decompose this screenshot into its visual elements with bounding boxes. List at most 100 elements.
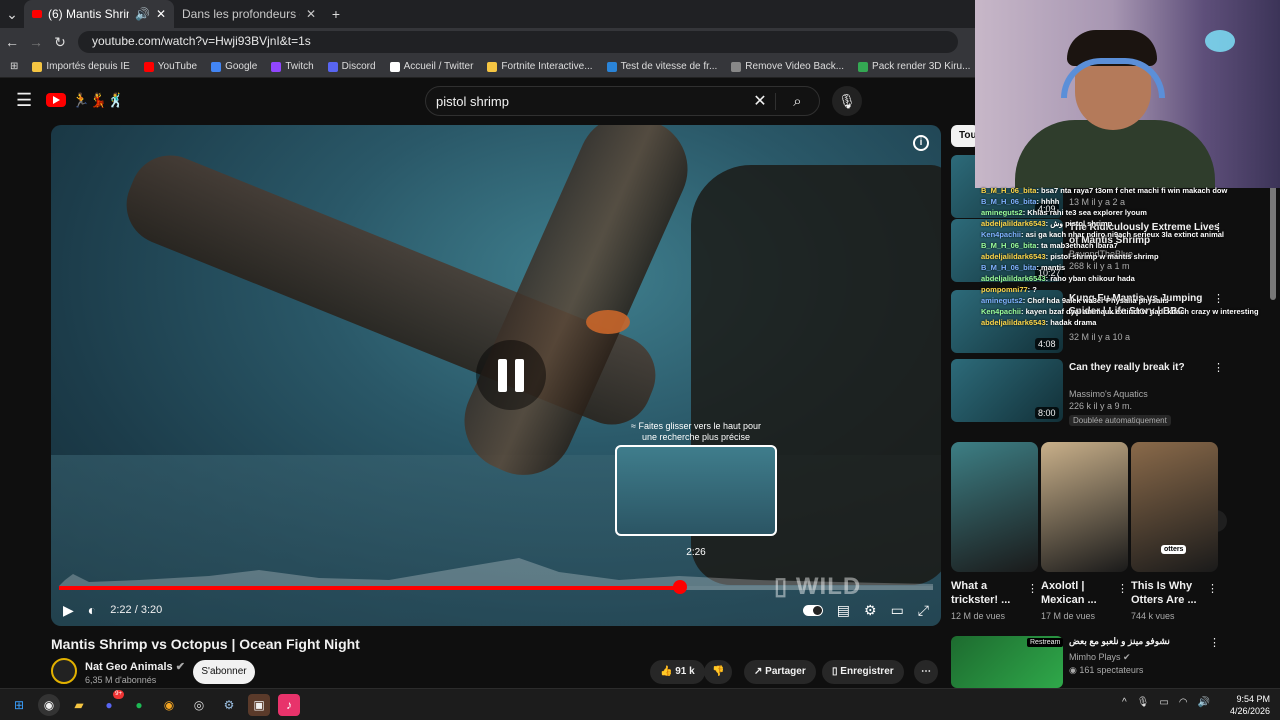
subscribe-button[interactable]: S'abonner — [193, 660, 255, 684]
chrome-canary-icon[interactable]: ◉ — [158, 694, 180, 716]
url-field[interactable]: youtube.com/watch?v=Hwji93BVjnI&t=1s — [78, 31, 958, 53]
autoplay-toggle[interactable] — [802, 604, 823, 616]
bookmark-item[interactable]: Discord — [327, 61, 376, 72]
miniplayer-icon[interactable]: ▭ — [891, 602, 904, 619]
bookmark-item[interactable]: Accueil / Twitter — [389, 61, 473, 72]
bookmark-favicon-icon — [271, 61, 282, 72]
chevron-up-icon[interactable]: ^ — [1122, 697, 1127, 708]
channel-avatar[interactable] — [51, 658, 77, 684]
bookmark-icon: ▯ — [832, 666, 838, 677]
wifi-icon[interactable]: ◠ — [1179, 697, 1188, 708]
info-icon[interactable]: i — [913, 135, 929, 151]
subscriber-count: 6,35 M d'abonnés — [85, 675, 157, 685]
short-views: 17 M de vues — [1041, 611, 1096, 621]
tab-active[interactable]: (6) Mantis Shrimp vs Octop 🔊 ✕ — [24, 0, 174, 28]
more-options-icon[interactable]: ⋮ — [1207, 582, 1218, 595]
bookmark-item[interactable]: Twitch — [271, 61, 314, 72]
webcam-person-body — [1015, 120, 1215, 188]
volume-tray-icon[interactable]: 🔊 — [1198, 697, 1210, 708]
bookmark-label: Twitch — [285, 61, 314, 72]
discord-icon[interactable]: ● 9+ — [98, 689, 124, 716]
fullscreen-icon[interactable]: ⤢ — [918, 602, 929, 619]
chrome-icon[interactable]: ◉ — [38, 693, 60, 716]
clear-search-icon[interactable]: ✕ — [745, 91, 775, 111]
progress-bar[interactable] — [59, 586, 933, 590]
chat-text: : kayen bzaf dyal animaux extinct w nadi… — [1021, 307, 1259, 316]
more-options-icon[interactable]: ⋮ — [1117, 582, 1128, 595]
short-title[interactable]: What a trickster! ... — [951, 579, 1021, 607]
back-icon[interactable]: ← — [0, 34, 24, 50]
play-icon[interactable]: ▶ — [63, 602, 74, 619]
steam-icon[interactable]: ⚙ — [218, 694, 240, 716]
dislike-button[interactable]: 👎 — [704, 660, 733, 684]
video-player[interactable]: i ≈ Faites glisser vers le haut pour une… — [51, 125, 941, 626]
bookmark-label: Test de vitesse de fr... — [620, 61, 718, 72]
short-title[interactable]: This Is Why Otters Are ... — [1131, 579, 1201, 607]
like-button[interactable]: 👍 91 k — [650, 660, 705, 684]
scrubber-handle[interactable] — [672, 580, 687, 594]
tab-search-icon[interactable]: ⌄ — [0, 6, 24, 23]
short-thumbnail[interactable] — [951, 442, 1038, 572]
verified-icon: ✔ — [175, 661, 185, 673]
chat-text: : ? — [1027, 285, 1037, 294]
youtube-logo[interactable] — [46, 93, 67, 107]
recommendation-meta: 226 k il y a 9 m. — [1069, 401, 1133, 411]
volume-icon[interactable]: ◐ — [88, 602, 96, 618]
close-tab-icon[interactable]: ✕ — [306, 7, 316, 21]
chat-username: B_M_H_06_bita — [981, 263, 1037, 272]
bookmark-item[interactable]: Remove Video Back... — [731, 61, 844, 72]
bookmark-item[interactable]: Fortnite Interactive... — [487, 61, 593, 72]
bookmark-item[interactable]: Google — [211, 61, 257, 72]
live-recommendation[interactable]: Restream نشوفو مينز و نلعبو مع بعض Mimho… — [951, 636, 1280, 688]
bookmark-favicon-icon — [327, 61, 338, 72]
most-replayed-heatmap — [59, 558, 933, 586]
menu-icon[interactable]: ☰ — [16, 90, 32, 111]
tab-inactive[interactable]: Dans les profondeurs des océa ✕ — [174, 0, 324, 28]
search-box[interactable]: pistol shrimp ✕ ⌕ — [425, 86, 820, 116]
pause-overlay-icon[interactable] — [476, 340, 546, 410]
system-tray: ^ 🎙 ▭ ◠ 🔊 — [1122, 697, 1210, 708]
capcut-icon[interactable]: ♪ — [278, 693, 300, 716]
settings-icon[interactable]: ⚙ — [864, 602, 877, 619]
more-options-icon[interactable]: ⋮ — [1209, 636, 1220, 649]
microphone-icon[interactable]: 🎙 — [832, 86, 862, 116]
bookmark-item[interactable]: Test de vitesse de fr... — [606, 61, 718, 72]
file-explorer-icon[interactable]: ▰ — [68, 694, 90, 716]
short-title[interactable]: Axolotl | Mexican ... — [1041, 579, 1111, 607]
system-clock[interactable]: 9:54 PM 4/26/2026 — [1230, 693, 1270, 717]
short-thumbnail[interactable] — [1041, 442, 1128, 572]
close-tab-icon[interactable]: ✕ — [156, 7, 166, 21]
bookmark-favicon-icon — [858, 61, 869, 72]
save-button[interactable]: ▯ Enregistrer — [822, 660, 904, 684]
bookmark-item[interactable]: YouTube — [143, 61, 197, 72]
channel-name[interactable]: Nat Geo Animals ✔ — [85, 660, 185, 673]
subtitles-icon[interactable]: ▤ — [837, 602, 850, 619]
short-thumbnail[interactable]: otters — [1131, 442, 1218, 572]
monitor-icon[interactable]: ▭ — [1159, 697, 1168, 708]
obs-icon[interactable]: ◎ — [188, 694, 210, 716]
microphone-tray-icon[interactable]: 🎙 — [1137, 697, 1150, 708]
thumbs-down-icon: 👎 — [712, 666, 725, 677]
restream-badge: Restream — [1027, 638, 1064, 647]
bookmark-item[interactable]: Importés depuis IE — [32, 61, 130, 72]
search-input[interactable]: pistol shrimp — [426, 94, 745, 109]
discord-badge: 9+ — [113, 689, 124, 699]
more-actions-button[interactable]: ⋯ — [914, 660, 938, 684]
apps-icon[interactable]: ⊞ — [10, 61, 18, 72]
speaker-icon[interactable]: 🔊 — [135, 7, 150, 21]
share-button[interactable]: ↗ Partager — [744, 660, 816, 684]
spotify-icon[interactable]: ● — [128, 694, 150, 716]
windows-start-icon[interactable]: ⊞ — [8, 694, 30, 716]
bookmark-favicon-icon — [211, 61, 222, 72]
doodle[interactable]: 🏃💃🕺 — [72, 92, 124, 109]
bookmark-item[interactable]: Pack render 3D Kiru... — [858, 61, 970, 72]
reload-icon[interactable]: ↻ — [48, 34, 72, 51]
more-options-icon[interactable]: ⋮ — [1027, 582, 1038, 595]
search-icon[interactable]: ⌕ — [775, 92, 819, 110]
game-icon[interactable]: ▣ — [248, 693, 270, 716]
forward-icon[interactable]: → — [24, 34, 48, 50]
tab-title: (6) Mantis Shrimp vs Octop — [48, 7, 129, 21]
live-viewers: ◉ 161 spectateurs — [1069, 665, 1144, 675]
new-tab-icon[interactable]: + — [324, 6, 348, 22]
live-title[interactable]: نشوفو مينز و نلعبو مع بعض — [1069, 636, 1170, 647]
